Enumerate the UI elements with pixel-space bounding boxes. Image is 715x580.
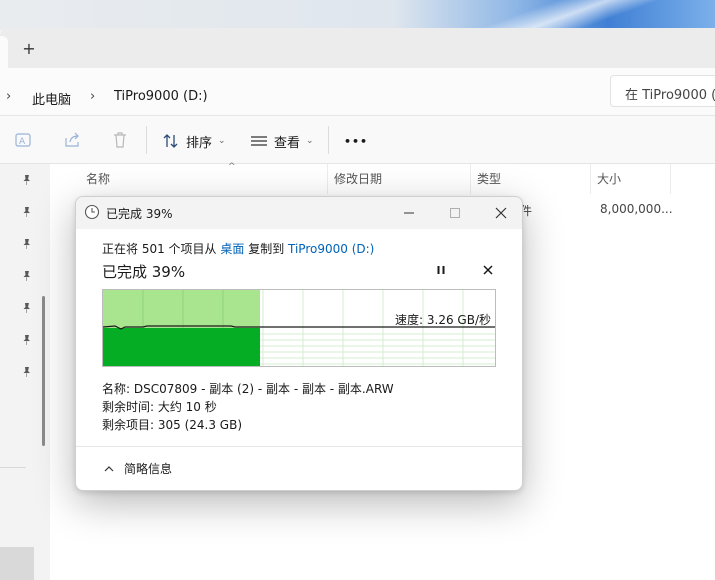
clock-icon	[84, 204, 100, 220]
pin-icon[interactable]	[21, 334, 33, 346]
toolbar-divider	[328, 126, 329, 154]
chevron-up-icon	[104, 465, 114, 471]
toolbar-divider	[146, 126, 147, 154]
nav-divider	[0, 467, 26, 468]
pin-icon[interactable]	[21, 174, 33, 186]
maximize-icon	[450, 208, 460, 218]
sort-caret-icon: ^	[228, 162, 236, 172]
items-remaining-line: 剩余项目: 305 (24.3 GB)	[102, 418, 243, 432]
minimize-button[interactable]	[386, 197, 432, 229]
fewer-details-button[interactable]: 简略信息	[104, 460, 172, 477]
active-tab[interactable]	[0, 36, 8, 68]
source-link[interactable]: 桌面	[220, 242, 244, 256]
pause-icon[interactable]	[434, 263, 448, 277]
navigation-pane	[0, 164, 50, 580]
address-bar: › 此电脑 › TiPro9000 (D:) 在 TiPro9000 (D:)	[0, 68, 715, 116]
speed-label: 速度: 3.26 GB/秒	[395, 313, 491, 327]
file-size-cell: 8,000,000...	[600, 202, 673, 216]
speed-graph-canvas	[103, 290, 495, 366]
column-header-type[interactable]: 类型	[471, 164, 591, 194]
minimize-icon	[404, 212, 414, 214]
sort-label: 排序	[186, 135, 213, 151]
copy-summary: 正在将 501 个项目从 桌面 复制到 TiPro9000 (D:)	[102, 240, 374, 257]
new-tab-button[interactable]: +	[20, 40, 38, 58]
chevron-down-icon: ⌄	[306, 136, 314, 146]
dialog-divider	[76, 446, 522, 447]
column-name-label: 名称	[86, 172, 111, 186]
delete-icon[interactable]	[110, 130, 130, 150]
file-name-line: 名称: DSC07809 - 副本 (2) - 副本 - 副本 - 副本.ARW	[102, 382, 394, 396]
column-header-size[interactable]: 大小	[591, 164, 671, 194]
nav-selected-item[interactable]	[0, 547, 34, 580]
close-button[interactable]	[478, 197, 522, 229]
desktop-wallpaper	[0, 0, 715, 30]
tab-bar: +	[0, 28, 715, 68]
pin-icon[interactable]	[21, 366, 33, 378]
search-input[interactable]: 在 TiPro9000 (D:)	[610, 75, 715, 107]
breadcrumb-this-pc[interactable]: 此电脑	[32, 89, 71, 108]
view-icon	[251, 136, 267, 146]
cancel-icon[interactable]	[481, 263, 495, 277]
view-button[interactable]: 查看 ⌄	[250, 129, 314, 153]
breadcrumb[interactable]: › 此电脑 › TiPro9000 (D:)	[0, 75, 600, 108]
wallpaper-streak	[455, 0, 715, 30]
pin-icon[interactable]	[21, 270, 33, 282]
summary-prefix: 正在将 501 个项目从	[102, 242, 221, 256]
maximize-button[interactable]	[432, 197, 478, 229]
dialog-title-bar: 已完成 39%	[76, 197, 522, 229]
chevron-down-icon: ⌄	[218, 136, 226, 146]
svg-text:A: A	[19, 137, 26, 147]
column-header-modified[interactable]: 修改日期	[328, 164, 471, 194]
column-header-name[interactable]: 名称 ^	[80, 162, 328, 194]
nav-scrollbar[interactable]	[42, 296, 45, 446]
destination-link[interactable]: TiPro9000 (D:)	[288, 242, 374, 256]
pin-icon[interactable]	[21, 302, 33, 314]
share-icon[interactable]	[62, 130, 82, 150]
breadcrumb-separator[interactable]: ›	[90, 89, 95, 104]
sort-button[interactable]: 排序 ⌄	[162, 129, 226, 153]
transfer-speed-graph: 速度: 3.26 GB/秒	[102, 289, 496, 367]
close-icon	[495, 207, 507, 219]
pin-icon[interactable]	[21, 206, 33, 218]
pin-icon[interactable]	[21, 238, 33, 250]
copy-progress-dialog: 已完成 39% 正在将 501 个项目从 桌面 复制到 TiPro9000 (D…	[75, 196, 523, 491]
breadcrumb-drive[interactable]: TiPro9000 (D:)	[114, 89, 208, 104]
summary-middle: 复制到	[244, 242, 289, 256]
time-remaining-line: 剩余时间: 大约 10 秒	[102, 400, 217, 414]
view-label: 查看	[274, 135, 301, 151]
progress-fill-bar	[103, 328, 260, 366]
speed-history-area	[103, 290, 260, 328]
dialog-title: 已完成 39%	[106, 207, 173, 221]
percent-complete: 已完成 39%	[102, 263, 186, 281]
more-options-button[interactable]: •••	[344, 129, 368, 153]
command-bar: A 排序 ⌄ 查看 ⌄ •••	[0, 116, 715, 164]
sort-icon	[163, 134, 178, 148]
rename-icon[interactable]: A	[14, 130, 34, 150]
fewer-details-label: 简略信息	[124, 462, 173, 476]
breadcrumb-separator[interactable]: ›	[6, 89, 11, 104]
